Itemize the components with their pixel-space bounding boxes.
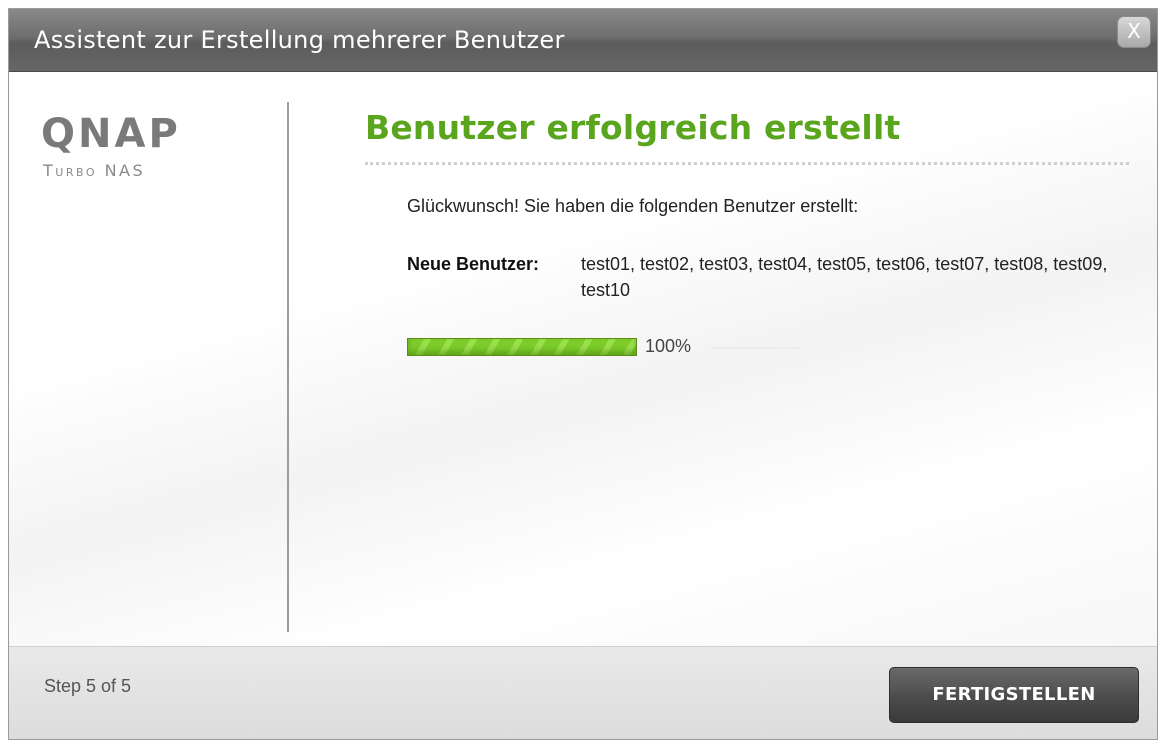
new-users-label: Neue Benutzer: — [407, 254, 540, 274]
footer-bar: Step 5 of 5 FERTIGSTELLEN — [9, 646, 1157, 739]
heading-separator — [365, 162, 1129, 165]
new-users-list: test01, test02, test03, test04, test05, … — [581, 254, 1108, 300]
close-icon: X — [1127, 19, 1141, 43]
progress-ghost-line — [711, 347, 801, 349]
close-button[interactable]: X — [1117, 16, 1151, 48]
progress-bar-fill — [408, 339, 636, 355]
qnap-logo: QNAP — [41, 111, 181, 157]
page-title: Benutzer erfolgreich erstellt — [365, 108, 901, 147]
progress-bar — [407, 338, 637, 356]
title-bar[interactable]: Assistent zur Erstellung mehrerer Benutz… — [9, 9, 1157, 72]
main-panel: Benutzer erfolgreich erstellt Glückwunsc… — [291, 72, 1157, 646]
sidebar: QNAP Turbo NAS — [9, 72, 291, 646]
finish-button[interactable]: FERTIGSTELLEN — [889, 667, 1139, 723]
congrats-message: Glückwunsch! Sie haben die folgenden Ben… — [407, 196, 859, 216]
logo-subtitle: Turbo NAS — [43, 161, 146, 180]
progress-percent: 100% — [645, 336, 692, 356]
dialog-title: Assistent zur Erstellung mehrerer Benutz… — [34, 26, 565, 54]
content-area: QNAP Turbo NAS Benutzer erfolgreich erst… — [9, 72, 1157, 646]
vertical-divider — [287, 102, 289, 632]
step-indicator: Step 5 of 5 — [44, 676, 132, 696]
wizard-dialog: Assistent zur Erstellung mehrerer Benutz… — [8, 8, 1158, 740]
